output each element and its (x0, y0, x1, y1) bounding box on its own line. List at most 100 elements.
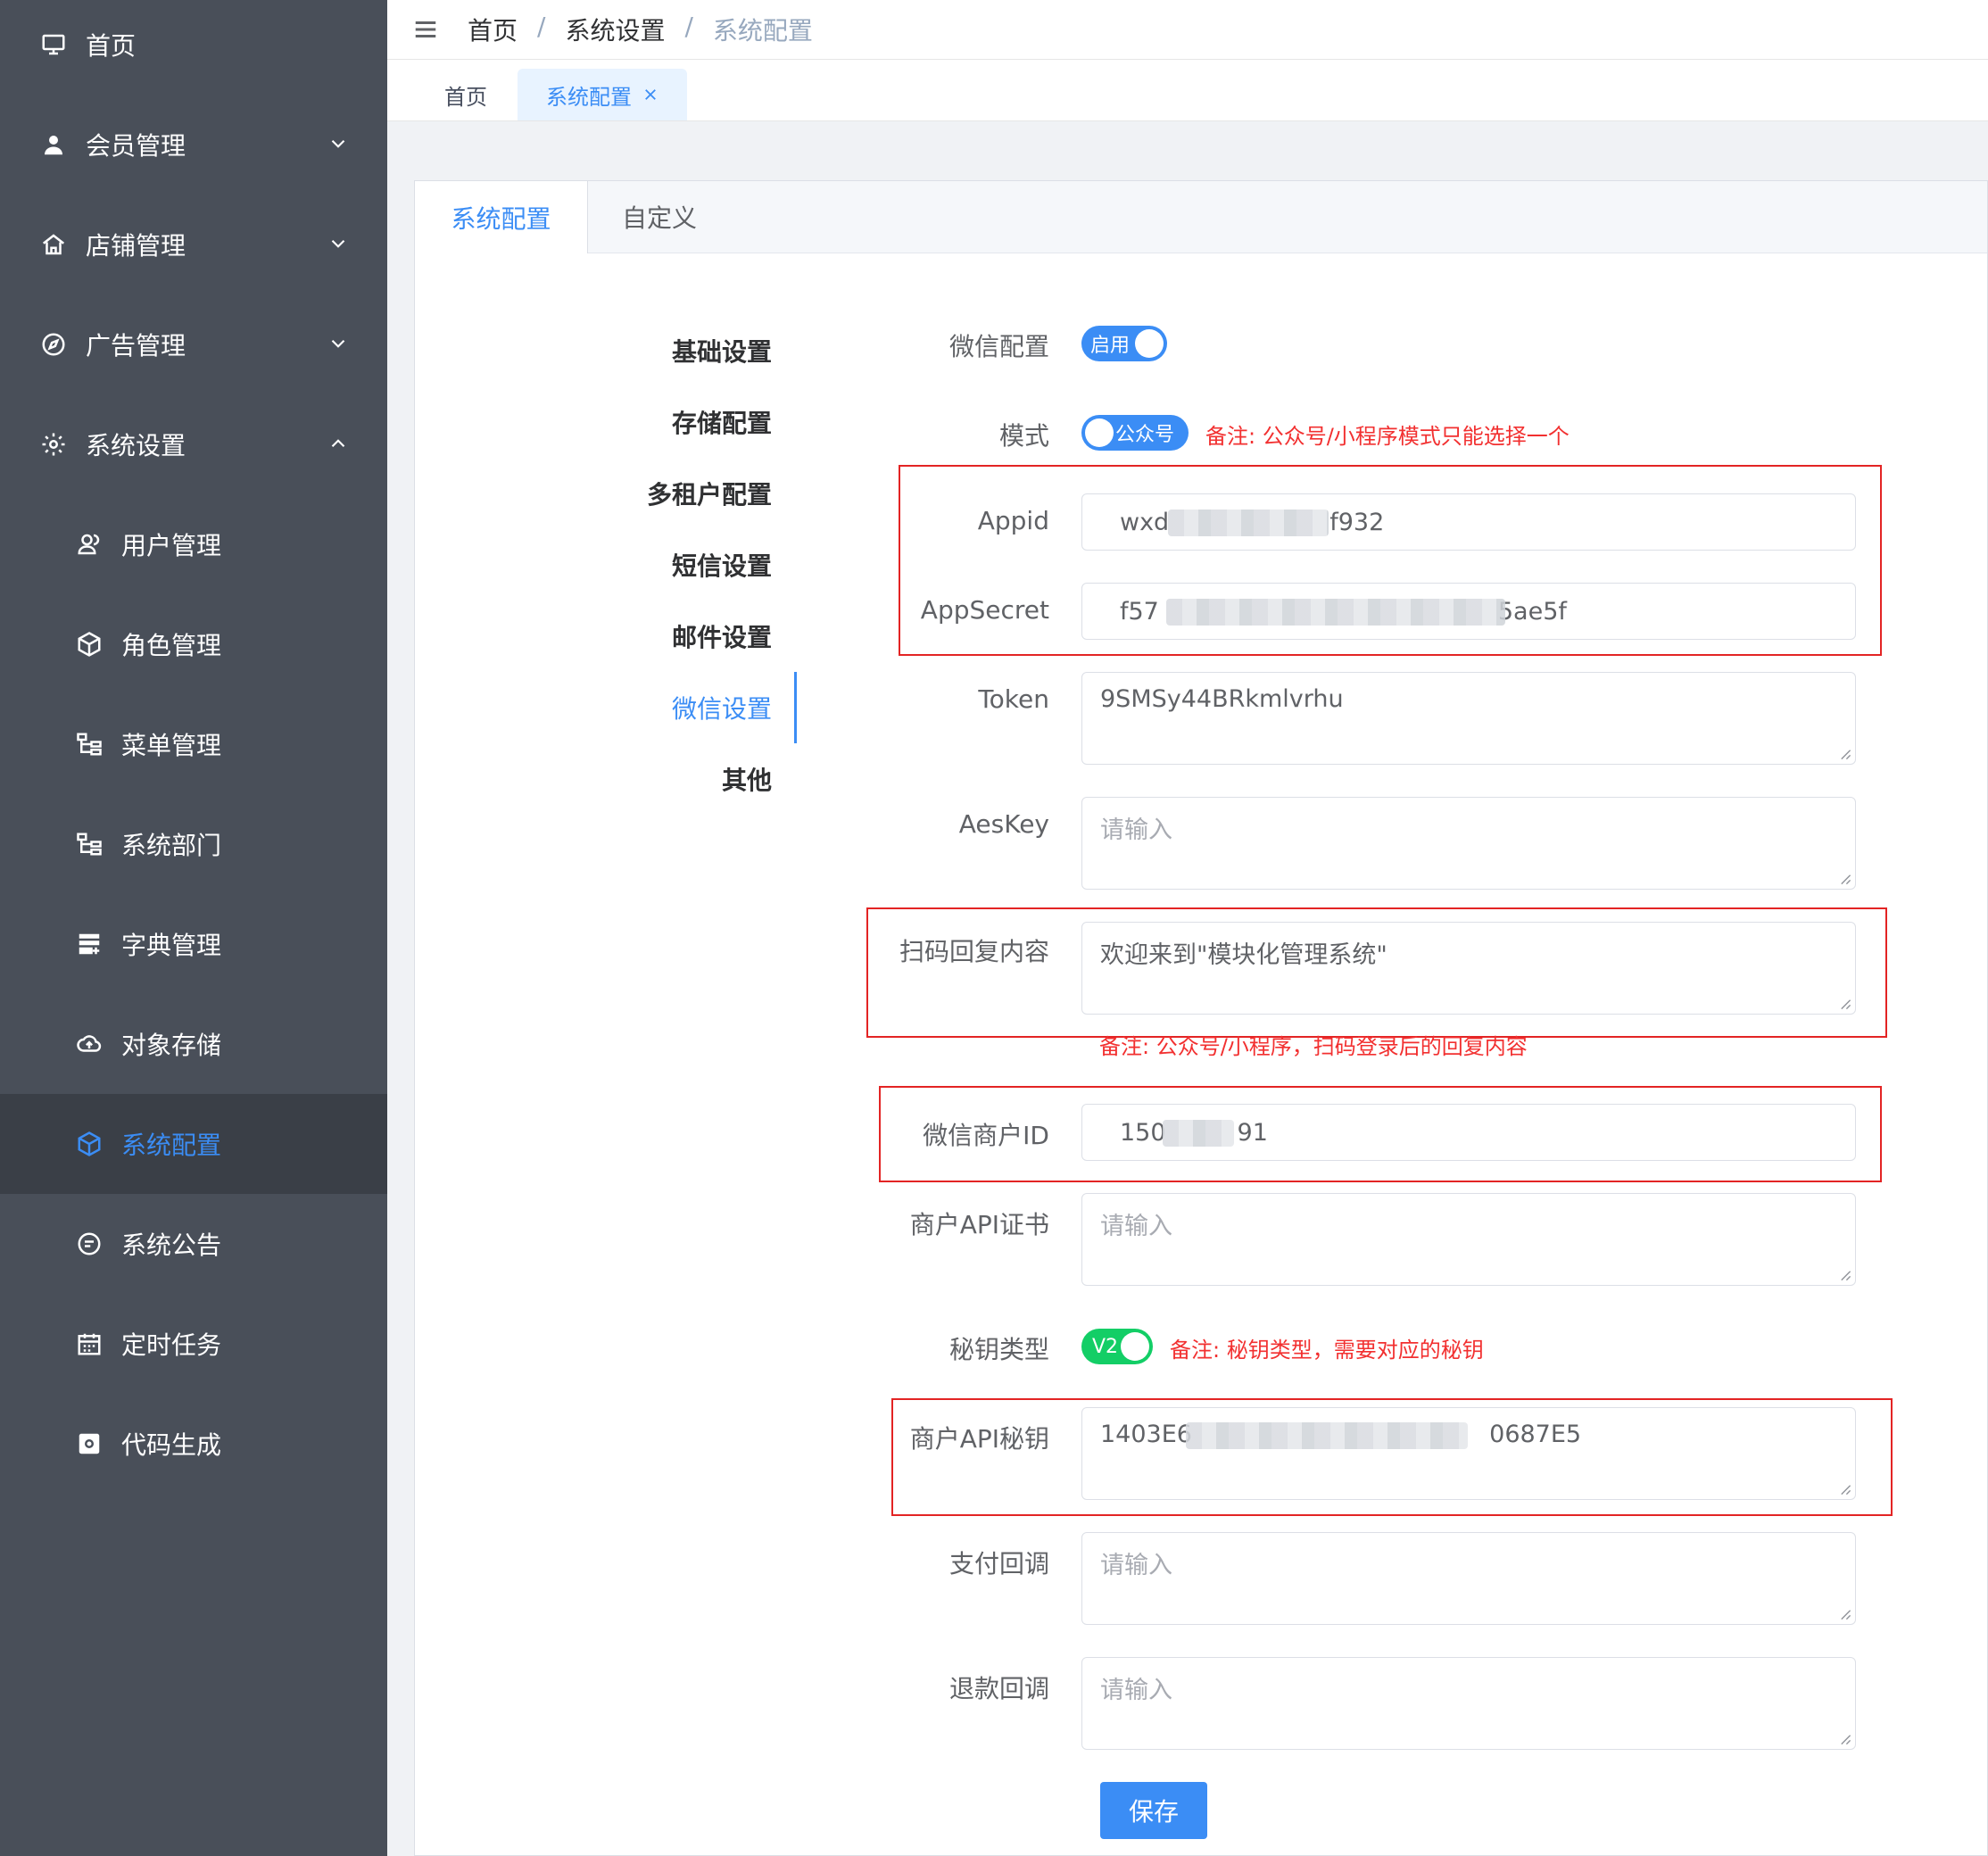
sidebar-item-users[interactable]: 用户管理 (0, 494, 387, 594)
monitor-icon (39, 30, 68, 59)
switch-knob (1121, 1332, 1149, 1361)
redacted-mask (1168, 510, 1329, 536)
sidebar-item-label: 系统设置 (86, 431, 186, 460)
sidebar-item-home[interactable]: 首页 (0, 0, 387, 95)
cube-icon (75, 630, 104, 659)
breadcrumb-item[interactable]: 首页 (468, 12, 518, 47)
sidebar-item-announcements[interactable]: 系统公告 (0, 1194, 387, 1294)
section-multi-tenant[interactable]: 多租户配置 (415, 476, 772, 511)
aeskey-placeholder: 请输入 (1100, 816, 1172, 844)
redacted-mask (1186, 1422, 1468, 1449)
section-sms[interactable]: 短信设置 (415, 547, 772, 583)
appsecret-label: AppSecret (920, 595, 1049, 625)
appid-input[interactable]: wxd f932 (1081, 493, 1856, 551)
wechat-config-label: 微信配置 (948, 332, 1049, 361)
pay-callback-placeholder: 请输入 (1100, 1552, 1172, 1579)
tab-label: 系统配置 (546, 84, 632, 110)
sidebar-item-label: 系统部门 (121, 831, 222, 860)
sidebar-item-system-settings[interactable]: 系统设置 (0, 394, 387, 494)
breadcrumb-separator: / (537, 12, 546, 41)
section-wechat[interactable]: 微信设置 (415, 690, 772, 725)
save-button[interactable]: 保存 (1100, 1782, 1207, 1839)
resize-grip-icon[interactable] (1839, 1269, 1851, 1281)
tab-home[interactable]: 首页 (416, 69, 516, 120)
gear-icon (39, 430, 68, 459)
users-icon (75, 530, 104, 559)
sidebar-item-scheduled-tasks[interactable]: 定时任务 (0, 1294, 387, 1394)
sidebar-item-dictionary[interactable]: 字典管理 (0, 894, 387, 994)
sidebar-item-menus[interactable]: 菜单管理 (0, 694, 387, 794)
card-tab-custom[interactable]: 自定义 (588, 181, 731, 253)
tags-view: 首页 系统配置 (387, 60, 1988, 121)
key-type-label: 秘钥类型 (948, 1335, 1049, 1364)
compass-icon (39, 330, 68, 359)
merchant-cert-textarea[interactable]: 请输入 (1081, 1193, 1856, 1286)
resize-grip-icon[interactable] (1839, 1483, 1851, 1496)
sidebar-item-object-storage[interactable]: 对象存储 (0, 994, 387, 1094)
close-icon[interactable] (642, 87, 659, 103)
merchant-key-value-start: 1403E6 (1100, 1421, 1192, 1448)
redacted-mask (1163, 1120, 1234, 1147)
key-type-switch[interactable]: V2 (1081, 1329, 1153, 1364)
sidebar-item-label: 会员管理 (86, 131, 186, 161)
section-other[interactable]: 其他 (415, 761, 772, 797)
sidebar-item-label: 系统公告 (121, 1230, 222, 1260)
appsecret-value-end: 5ae5f (1497, 597, 1567, 626)
pay-callback-textarea[interactable]: 请输入 (1081, 1532, 1856, 1625)
merchant-cert-label: 商户API证书 (909, 1210, 1049, 1239)
section-basic[interactable]: 基础设置 (415, 333, 772, 369)
resize-grip-icon[interactable] (1839, 873, 1851, 885)
merchant-id-input[interactable]: 150 91 (1081, 1104, 1856, 1161)
config-card: 系统配置 自定义 基础设置 存储配置 多租户配置 短信设置 邮件设置 微信设置 … (414, 180, 1988, 1856)
tree-icon (75, 830, 104, 858)
tab-label: 首页 (444, 84, 487, 110)
aeskey-textarea[interactable]: 请输入 (1081, 797, 1856, 890)
switch-knob (1085, 418, 1114, 447)
redacted-mask (1166, 599, 1505, 626)
merchant-key-textarea[interactable]: 1403E6 0687E5 (1081, 1407, 1856, 1500)
sidebar-item-roles[interactable]: 角色管理 (0, 594, 387, 694)
sidebar-item-label: 广告管理 (86, 331, 186, 360)
resize-grip-icon[interactable] (1839, 748, 1851, 760)
refund-callback-textarea[interactable]: 请输入 (1081, 1657, 1856, 1750)
token-textarea[interactable]: 9SMSy44BRkmlvrhu (1081, 672, 1856, 765)
resize-grip-icon[interactable] (1839, 1608, 1851, 1620)
sidebar-item-ads[interactable]: 广告管理 (0, 294, 387, 394)
appid-value-end: f932 (1329, 508, 1385, 536)
sidebar-item-label: 首页 (86, 31, 137, 61)
resize-grip-icon[interactable] (1839, 1733, 1851, 1745)
resize-grip-icon[interactable] (1839, 998, 1851, 1010)
sidebar-item-label: 角色管理 (121, 631, 222, 660)
sidebar-item-members[interactable]: 会员管理 (0, 95, 387, 195)
scan-reply-textarea[interactable]: 欢迎来到"模块化管理系统" (1081, 922, 1856, 1015)
sidebar-item-system-config[interactable]: 系统配置 (0, 1094, 387, 1194)
mode-switch[interactable]: 公众号 (1081, 415, 1189, 451)
chevron-down-icon (331, 239, 345, 248)
appid-label: Appid (977, 506, 1049, 535)
calendar-icon (75, 1330, 104, 1358)
tab-system-config[interactable]: 系统配置 (518, 69, 687, 120)
sidebar-item-label: 系统配置 (121, 1131, 222, 1160)
user-icon (39, 130, 68, 159)
merchant-id-value-end: 91 (1237, 1118, 1268, 1147)
appsecret-input[interactable]: f57 5ae5f (1081, 583, 1856, 640)
card-tab-system-config[interactable]: 系统配置 (415, 181, 588, 253)
section-email[interactable]: 邮件设置 (415, 618, 772, 654)
hamburger-icon[interactable] (412, 16, 439, 43)
token-label: Token (978, 684, 1049, 714)
breadcrumb-current: 系统配置 (712, 16, 813, 46)
sidebar-item-code-generation[interactable]: 代码生成 (0, 1394, 387, 1494)
sidebar-item-shops[interactable]: 店铺管理 (0, 195, 387, 294)
wechat-config-switch[interactable]: 启用 (1081, 326, 1167, 361)
message-icon (75, 1230, 104, 1258)
mode-label: 模式 (998, 421, 1049, 451)
sidebar-item-label: 代码生成 (121, 1430, 222, 1460)
aeskey-label: AesKey (958, 809, 1049, 839)
breadcrumb-item[interactable]: 系统设置 (565, 12, 665, 47)
merchant-key-label: 商户API秘钥 (909, 1424, 1049, 1454)
scan-reply-label: 扫码回复内容 (899, 937, 1049, 966)
merchant-id-label: 微信商户ID (923, 1121, 1049, 1150)
merchant-key-value-end: 0687E5 (1489, 1421, 1582, 1448)
sidebar-item-departments[interactable]: 系统部门 (0, 794, 387, 894)
section-storage[interactable]: 存储配置 (415, 404, 772, 440)
